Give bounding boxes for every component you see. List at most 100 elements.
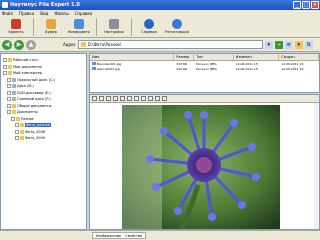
- close-button[interactable]: ×: [311, 1, 319, 9]
- toolbar-label: Регистрация: [165, 30, 189, 34]
- tree-item[interactable]: Рабочий стол: [3, 57, 38, 63]
- expand-icon[interactable]: [7, 110, 11, 114]
- folder-icon: [12, 103, 16, 108]
- expand-icon[interactable]: [7, 90, 11, 95]
- rotate-right-icon[interactable]: [113, 96, 118, 101]
- address-dropdown-button[interactable]: ▾: [264, 40, 273, 49]
- tree-item[interactable]: Фото_2008: [15, 129, 45, 135]
- tree-item-label: Мои документы: [13, 64, 43, 69]
- window-title: Наутилус File Expert 1.0: [10, 2, 80, 8]
- tree-item-label: Мой компьютер: [13, 71, 43, 75]
- view-mode-button[interactable]: ≡: [284, 40, 293, 49]
- app-icon: [2, 2, 8, 8]
- maximize-button[interactable]: □: [302, 1, 310, 9]
- tree-item-label: Фото_2009: [25, 136, 45, 140]
- folder-icon: [8, 71, 12, 75]
- menu-edit[interactable]: Правка: [19, 11, 34, 16]
- file-created: 12.06.2011 15:: [281, 61, 305, 66]
- toolbar-settings-button[interactable]: Настройки: [100, 17, 128, 38]
- rotate-left-icon[interactable]: [106, 96, 111, 101]
- print-icon[interactable]: [99, 96, 104, 101]
- toolbar-copy-button[interactable]: Копировать: [65, 17, 93, 38]
- tree-item[interactable]: Разное: [11, 116, 34, 122]
- prev-icon[interactable]: [148, 96, 153, 101]
- expand-icon[interactable]: [11, 116, 15, 121]
- actual-size-icon[interactable]: [141, 96, 146, 101]
- toolbar-clipboard-button[interactable]: Буфер: [37, 17, 65, 38]
- expand-icon[interactable]: [3, 64, 7, 69]
- address-input[interactable]: D:\Фото\Разное\: [77, 40, 263, 49]
- toolbar-label: Справка: [141, 30, 157, 34]
- zoom-out-icon[interactable]: [127, 96, 132, 101]
- next-icon[interactable]: [155, 96, 160, 101]
- expand-icon[interactable]: [3, 58, 7, 62]
- address-bar: ◀ ▶ ▲ Адрес D:\Фото\Разное\ ▾ → ≡ ▾ ⇅: [0, 38, 320, 52]
- folder-options-button[interactable]: ▾: [294, 40, 303, 49]
- zoom-in-icon[interactable]: [120, 96, 125, 101]
- tree-item[interactable]: Мои документы: [3, 64, 42, 70]
- expand-icon[interactable]: [7, 97, 11, 101]
- expand-icon[interactable]: [3, 71, 7, 75]
- preview-scrollbar[interactable]: [314, 103, 319, 229]
- menu-view[interactable]: Вид: [40, 11, 48, 16]
- tree-item[interactable]: Общие документы: [7, 103, 51, 109]
- col-modified[interactable]: Изменен: [234, 54, 280, 60]
- tree-item[interactable]: DVD-дисковод (E:): [7, 90, 51, 96]
- toolbar-label: Настройки: [104, 30, 124, 34]
- col-created[interactable]: Создан: [279, 54, 319, 60]
- minimize-button[interactable]: _: [293, 1, 301, 9]
- file-name: Цветок002.jpg: [97, 66, 120, 71]
- tree-item[interactable]: Диск (D:): [7, 83, 34, 89]
- save-icon[interactable]: [92, 96, 97, 101]
- file-list-header: Имя Размер Тип Изменен Создан: [90, 54, 319, 61]
- tree-item[interactable]: Съемный диск (F:): [7, 96, 51, 102]
- col-name[interactable]: Имя: [90, 54, 175, 60]
- folder-icon: [20, 129, 24, 134]
- expand-icon[interactable]: [7, 103, 11, 108]
- folder-icon: [8, 64, 12, 69]
- expand-icon[interactable]: [15, 123, 19, 127]
- image-file-icon: [92, 66, 96, 70]
- tree-item[interactable]: Мой компьютер: [3, 70, 42, 76]
- slideshow-icon[interactable]: [162, 96, 167, 101]
- tree-item[interactable]: Фото_разное: [15, 122, 51, 128]
- table-row[interactable]: Цветок002.jpg 240 КБ Рисунок JPEG 12.06.…: [90, 66, 319, 71]
- toolbar-delete-button[interactable]: Удалить: [2, 17, 30, 38]
- forward-button[interactable]: ▶: [14, 39, 24, 50]
- tree-item[interactable]: Фото_2009: [15, 135, 45, 141]
- tree-item-label: Фото_разное: [25, 123, 51, 127]
- file-size: 318 КБ: [176, 61, 188, 66]
- expand-icon[interactable]: [7, 77, 11, 82]
- tree-item[interactable]: Локальный диск (C:): [7, 77, 55, 83]
- folder-icon: [80, 42, 86, 47]
- file-type: Рисунок JPEG: [196, 66, 217, 71]
- expand-icon[interactable]: [15, 129, 19, 134]
- go-button[interactable]: →: [274, 40, 283, 49]
- toolbar-help-button[interactable]: Справка: [135, 17, 163, 38]
- col-size[interactable]: Размер: [174, 54, 195, 60]
- folder-icon: [12, 110, 16, 114]
- expand-icon[interactable]: [15, 136, 19, 140]
- image-preview-pane: [89, 94, 320, 230]
- tab-properties[interactable]: Свойства: [125, 234, 142, 238]
- menu-file[interactable]: Файл: [2, 11, 13, 16]
- folder-tree: Рабочий стол Мои документы Мой компьютер Ло…: [0, 53, 87, 230]
- menu-help[interactable]: Справка: [75, 11, 93, 16]
- menu-files[interactable]: Файлы: [54, 11, 68, 16]
- toolbar-register-button[interactable]: Регистрация: [163, 17, 191, 38]
- tab-image[interactable]: Изображение: [96, 234, 121, 238]
- file-size: 240 КБ: [176, 66, 188, 71]
- table-row[interactable]: Василек001.jpg 318 КБ Рисунок JPEG 12.06…: [90, 61, 319, 66]
- folder-icon: [8, 58, 12, 62]
- tree-item[interactable]: Документы: [7, 109, 38, 115]
- toolbar-label: Копировать: [68, 30, 90, 34]
- up-button[interactable]: ▲: [26, 39, 36, 50]
- tree-item-label: Съемный диск (F:): [17, 97, 51, 101]
- fit-icon[interactable]: [134, 96, 139, 101]
- menu-bar: Файл Правка Вид Файлы Справка: [0, 10, 320, 17]
- col-type[interactable]: Тип: [194, 54, 234, 60]
- sort-button[interactable]: ⇅: [304, 40, 313, 49]
- file-type: Рисунок JPEG: [196, 61, 217, 66]
- expand-icon[interactable]: [7, 84, 11, 88]
- back-button[interactable]: ◀: [2, 39, 12, 50]
